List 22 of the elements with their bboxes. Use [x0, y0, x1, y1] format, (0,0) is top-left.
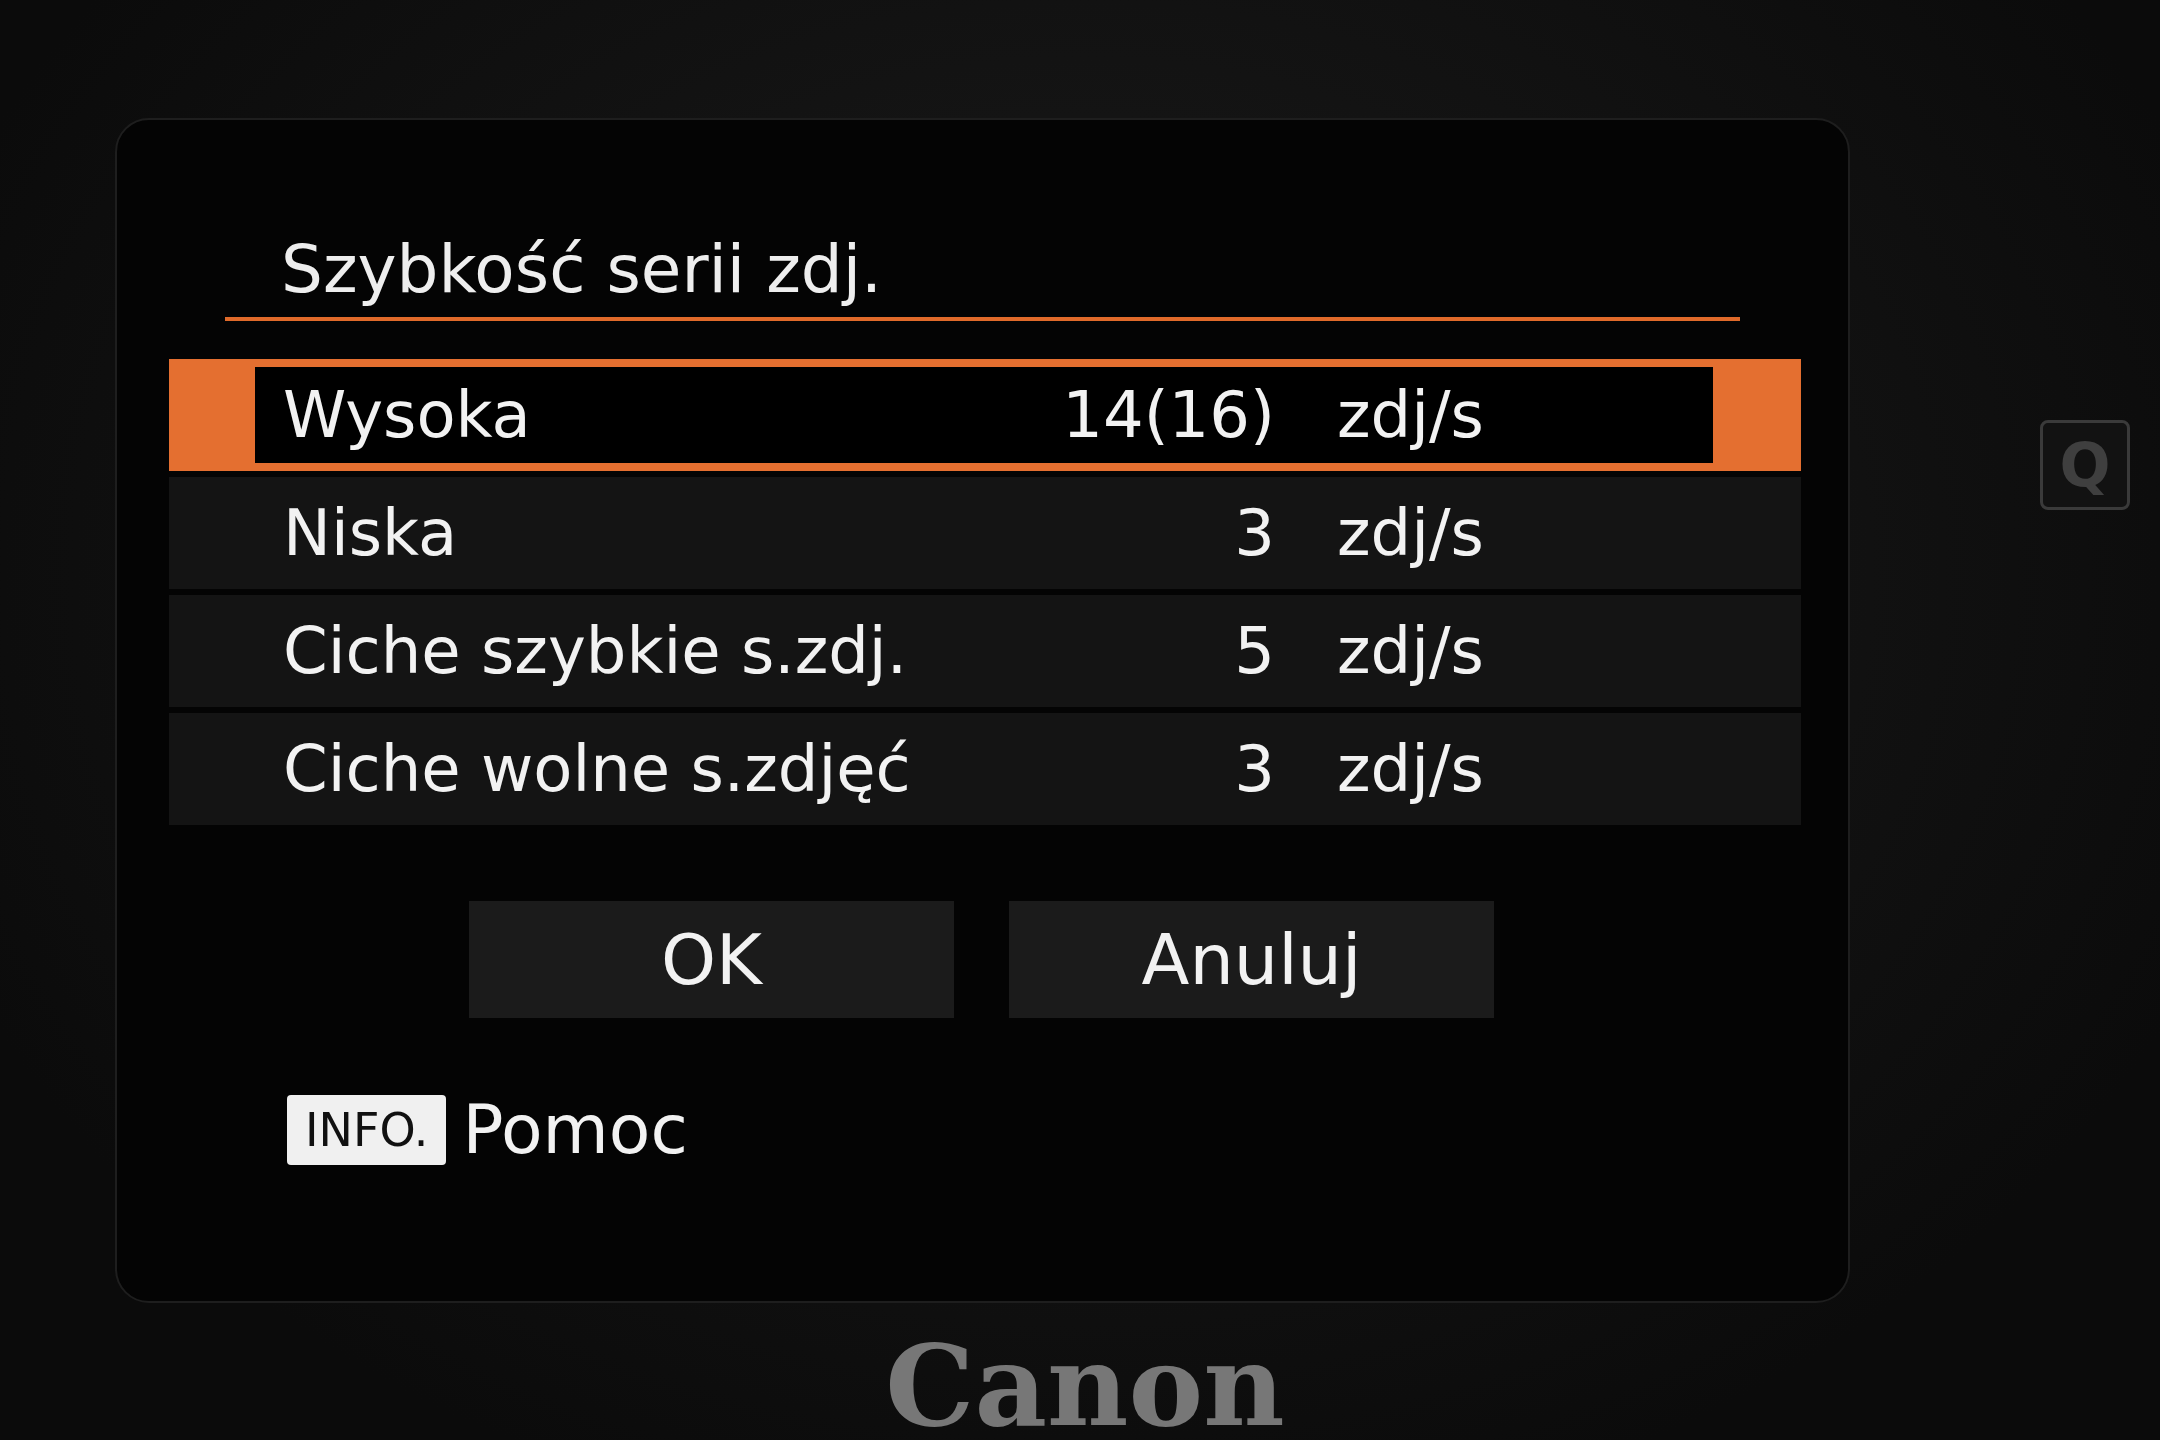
option-label: Wysoka: [282, 376, 532, 454]
option-unit: zdj/s: [1337, 376, 1484, 454]
option-unit: zdj/s: [1337, 494, 1484, 572]
option-row[interactable]: Ciche wolne s.zdjęć 3 zdj/s: [169, 713, 1801, 826]
option-row[interactable]: Wysoka 14(16) zdj/s: [169, 359, 1801, 472]
option-label: Ciche szybkie s.zdj.: [282, 612, 908, 690]
option-value: 3: [1233, 494, 1275, 572]
dialog-button[interactable]: OK: [469, 901, 954, 1019]
dialog-button[interactable]: Anuluj: [1009, 901, 1494, 1019]
option-label: Ciche wolne s.zdjęć: [282, 730, 912, 808]
option-row[interactable]: Ciche szybkie s.zdj. 5 zdj/s: [169, 595, 1801, 708]
option-value: 3: [1233, 730, 1275, 808]
option-value: 5: [1233, 612, 1275, 690]
option-label: Niska: [282, 494, 459, 572]
help-label: Pomoc: [462, 1090, 688, 1170]
option-unit: zdj/s: [1337, 612, 1484, 690]
option-row[interactable]: Niska 3 zdj/s: [169, 477, 1801, 590]
menu-title: Szybkość serii zdj.: [225, 230, 1740, 322]
info-key: INFO.: [287, 1094, 447, 1165]
option-value: 14(16): [1061, 376, 1275, 454]
option-unit: zdj/s: [1337, 730, 1484, 808]
brand-logo: Canon: [885, 1330, 1285, 1440]
